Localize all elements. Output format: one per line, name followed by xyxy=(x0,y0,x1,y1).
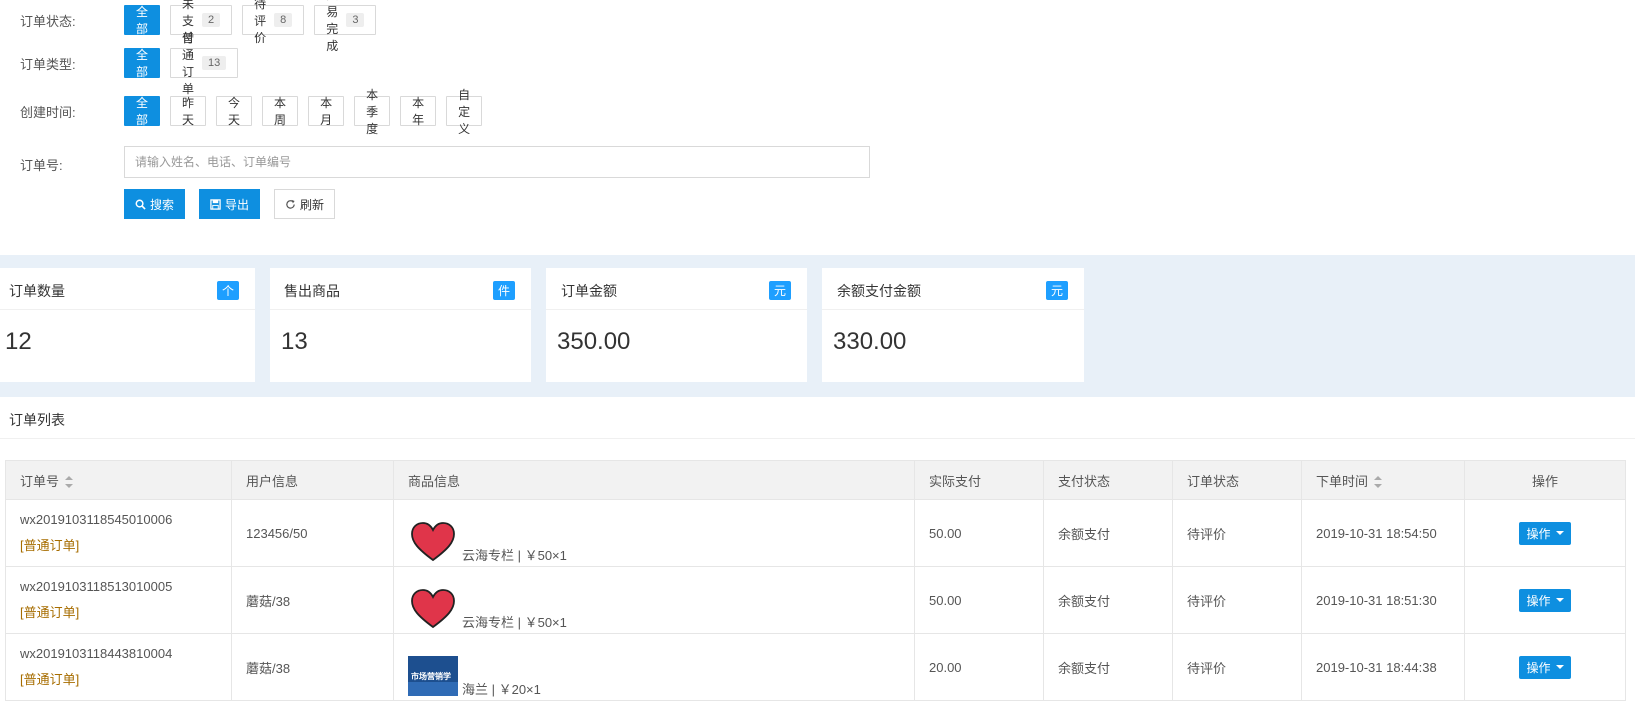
paid-amount: 20.00 xyxy=(914,633,1044,701)
status-filter-all[interactable]: 全部 xyxy=(124,5,161,36)
type-filter-all[interactable]: 全部 xyxy=(124,48,161,79)
time-filter-this-year[interactable]: 本年 xyxy=(400,96,437,127)
stat-title: 售出商品 xyxy=(284,283,340,299)
order-status: 待评价 xyxy=(1172,633,1302,701)
count-badge: 8 xyxy=(274,13,293,27)
unit-badge: 元 xyxy=(768,281,791,300)
stat-card-order-amount: 订单金额 元 350.00 xyxy=(546,268,807,382)
order-time: 2019-10-31 18:44:38 xyxy=(1301,633,1465,701)
order-type: [普通订单] xyxy=(20,538,80,553)
operation-dropdown-button[interactable]: 操作 xyxy=(1519,521,1571,545)
operation-dropdown-button[interactable]: 操作 xyxy=(1519,588,1571,612)
col-order-status: 订单状态 xyxy=(1172,460,1302,500)
save-icon xyxy=(210,198,221,210)
unit-badge: 元 xyxy=(1045,281,1068,300)
paid-amount: 50.00 xyxy=(914,499,1044,567)
stat-card-balance-amount: 余额支付金额 元 330.00 xyxy=(822,268,1084,382)
refresh-button[interactable]: 刷新 xyxy=(274,189,336,219)
order-time: 2019-10-31 18:51:30 xyxy=(1301,566,1465,634)
goods-info: 海兰 | ￥20×1 xyxy=(462,682,541,697)
order-search-input[interactable] xyxy=(124,146,870,178)
divider xyxy=(0,438,1635,439)
order-type: [普通订单] xyxy=(20,672,80,687)
order-type: [普通订单] xyxy=(20,605,80,620)
table-header-row: 订单号 用户信息 商品信息 实际支付 支付状态 订单状态 下单时间 操作 xyxy=(5,460,1626,500)
order-no-label: 订单号: xyxy=(20,158,63,173)
stat-value: 330.00 xyxy=(833,328,907,355)
time-filter-custom[interactable]: 自定义 xyxy=(446,88,483,136)
time-filter-all[interactable]: 全部 xyxy=(124,96,161,127)
type-filter-label: 订单类型: xyxy=(20,56,76,72)
status-filter-pending-review[interactable]: 待评价 8 xyxy=(242,0,305,45)
book-cover: 市场营销学 xyxy=(408,654,458,698)
time-filter-this-quarter[interactable]: 本季度 xyxy=(354,88,391,136)
col-goods-info: 商品信息 xyxy=(393,460,915,500)
table-row: wx2019103118513010005 [普通订单] 蘑菇/38 云海专栏 |… xyxy=(5,566,1626,634)
count-badge: 2 xyxy=(202,13,221,27)
caret-down-icon xyxy=(1555,531,1564,535)
sort-icon[interactable] xyxy=(65,476,74,489)
time-filter-today[interactable]: 今天 xyxy=(216,96,253,127)
table-row: wx2019103118443810004 [普通订单] 蘑菇/38 市场营销学 … xyxy=(5,633,1626,701)
export-button[interactable]: 导出 xyxy=(199,189,261,219)
heart-icon xyxy=(408,520,458,564)
stat-value: 12 xyxy=(5,328,32,355)
stat-title: 订单数量 xyxy=(9,283,65,299)
stat-title: 余额支付金额 xyxy=(837,283,921,299)
refresh-icon xyxy=(286,199,295,209)
caret-down-icon xyxy=(1555,665,1564,669)
user-info: 蘑菇/38 xyxy=(231,566,394,634)
col-pay-status: 支付状态 xyxy=(1043,460,1173,500)
order-table: 订单号 用户信息 商品信息 实际支付 支付状态 订单状态 下单时间 操作 wx2… xyxy=(5,460,1626,701)
paid-amount: 50.00 xyxy=(914,566,1044,634)
time-filter-yesterday[interactable]: 昨天 xyxy=(170,96,207,127)
type-filter-normal[interactable]: 普通订单 13 xyxy=(170,31,239,96)
stats-panel: 订单数量 个 12 售出商品 件 13 订单金额 元 350.00 余额支付金额 元 3… xyxy=(0,255,1635,397)
pay-status: 余额支付 xyxy=(1043,499,1173,567)
operation-dropdown-button[interactable]: 操作 xyxy=(1519,655,1571,679)
order-list-title: 订单列表 xyxy=(9,412,65,428)
goods-info: 云海专栏 | ￥50×1 xyxy=(462,615,567,630)
col-order-time[interactable]: 下单时间 xyxy=(1301,460,1465,500)
time-filter-this-month[interactable]: 本月 xyxy=(308,96,345,127)
heart-icon xyxy=(408,587,458,631)
col-user-info: 用户信息 xyxy=(231,460,394,500)
order-number: wx2019103118443810004 xyxy=(20,646,173,661)
time-filter-label: 创建时间: xyxy=(20,104,76,120)
status-filter-label: 订单状态: xyxy=(20,13,76,29)
pay-status: 余额支付 xyxy=(1043,633,1173,701)
col-operation: 操作 xyxy=(1464,460,1626,500)
col-paid: 实际支付 xyxy=(914,460,1044,500)
caret-down-icon xyxy=(1555,598,1564,602)
filter-panel: 订单状态: 全部 未支付2 待评价8 交易完成3 订单类型: 全部 普通订单13… xyxy=(0,0,1635,255)
order-status: 待评价 xyxy=(1172,566,1302,634)
search-icon xyxy=(135,199,146,210)
order-status: 待评价 xyxy=(1172,499,1302,567)
filter-actions: 搜索 导出 刷新 xyxy=(124,189,336,219)
count-badge: 13 xyxy=(202,56,227,70)
user-info: 蘑菇/38 xyxy=(231,633,394,701)
stat-card-goods-sold: 售出商品 件 13 xyxy=(270,268,531,382)
order-number: wx2019103118545010006 xyxy=(20,512,173,527)
goods-info: 云海专栏 | ￥50×1 xyxy=(462,548,567,563)
unit-badge: 个 xyxy=(216,281,239,300)
stat-value: 350.00 xyxy=(557,328,631,355)
status-filter-completed[interactable]: 交易完成3 xyxy=(314,0,377,53)
search-button[interactable]: 搜索 xyxy=(124,189,186,219)
unit-badge: 件 xyxy=(492,281,515,300)
count-badge: 3 xyxy=(346,13,365,27)
stat-card-order-count: 订单数量 个 12 xyxy=(0,268,255,382)
stat-value: 13 xyxy=(281,328,308,355)
time-filter-this-week[interactable]: 本周 xyxy=(262,96,299,127)
sort-icon[interactable] xyxy=(1374,476,1383,489)
pay-status: 余额支付 xyxy=(1043,566,1173,634)
order-number: wx2019103118513010005 xyxy=(20,579,173,594)
table-row: wx2019103118545010006 [普通订单] 123456/50 云海… xyxy=(5,499,1626,567)
user-info: 123456/50 xyxy=(231,499,394,567)
stat-title: 订单金额 xyxy=(561,283,617,299)
col-order-no[interactable]: 订单号 xyxy=(5,460,232,500)
status-filter-unpaid[interactable]: 未支付 2 xyxy=(170,0,233,45)
order-time: 2019-10-31 18:54:50 xyxy=(1301,499,1465,567)
